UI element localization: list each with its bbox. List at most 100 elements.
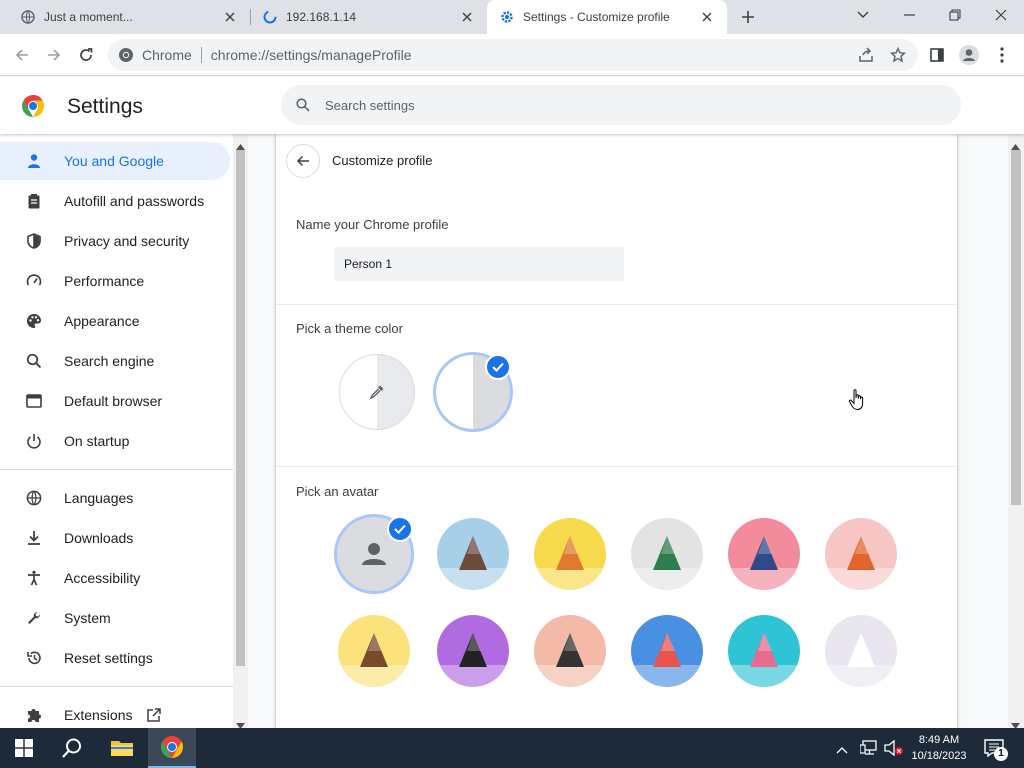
main-scrollbar-thumb[interactable] <box>1011 150 1021 505</box>
search-input[interactable] <box>325 97 925 113</box>
sidebar-item-performance[interactable]: Performance <box>0 262 230 300</box>
chrome-icon <box>119 48 133 62</box>
site-chip[interactable]: Chrome <box>118 47 192 63</box>
search-icon <box>293 95 313 115</box>
accessibility-icon <box>24 568 44 588</box>
arrow-left-icon <box>296 155 309 167</box>
gear-icon <box>499 9 515 25</box>
windows-taskbar: 8:49 AM 10/18/2023 1 <box>0 728 1024 768</box>
new-tab-button[interactable] <box>736 5 760 29</box>
avatar-origami-rabbit[interactable] <box>728 615 800 687</box>
page-title: Settings <box>67 95 143 118</box>
puzzle-icon <box>24 705 44 725</box>
sidebar-item-label: Default browser <box>64 393 163 409</box>
browser-icon <box>24 391 44 411</box>
side-panel-icon <box>930 48 944 62</box>
file-explorer-button[interactable] <box>98 728 146 768</box>
chrome-taskbar-button[interactable] <box>148 728 196 768</box>
sidebar-item-label: Search engine <box>64 353 155 369</box>
avatar-origami-elephant[interactable] <box>728 518 800 590</box>
tab-title: 192.168.1.14 <box>286 10 357 24</box>
close-icon[interactable] <box>699 9 715 25</box>
sidebar-item-search-engine[interactable]: Search engine <box>0 342 230 380</box>
sidebar-item-reset-settings[interactable]: Reset settings <box>0 639 230 677</box>
section-divider <box>276 466 957 467</box>
sidebar-item-default-browser[interactable]: Default browser <box>0 382 230 420</box>
url-text[interactable]: chrome://settings/manageProfile <box>211 47 412 63</box>
search-settings[interactable] <box>281 85 961 125</box>
bookmark-button[interactable] <box>884 41 912 69</box>
sidebar-item-extensions[interactable]: Extensions <box>0 696 230 728</box>
sidebar-item-accessibility[interactable]: Accessibility <box>0 559 230 597</box>
kebab-menu-icon <box>1000 47 1004 63</box>
sidebar-item-downloads[interactable]: Downloads <box>0 519 230 557</box>
close-window-button[interactable] <box>978 0 1024 30</box>
sidebar-item-appearance[interactable]: Appearance <box>0 302 230 340</box>
share-button[interactable] <box>852 41 880 69</box>
forward-button[interactable] <box>40 41 68 69</box>
avatar-origami-fox[interactable] <box>534 518 606 590</box>
avatar-origami-dragon[interactable] <box>631 518 703 590</box>
custom-color-picker[interactable] <box>339 354 415 430</box>
avatar-origami-penguin[interactable] <box>534 615 606 687</box>
chevron-down-icon <box>857 11 869 18</box>
settings-header: Settings <box>0 77 1024 134</box>
avatar-origami-unicorn[interactable] <box>825 615 897 687</box>
arrow-left-icon <box>15 49 28 61</box>
reload-button[interactable] <box>72 41 100 69</box>
tab-settings[interactable]: Settings - Customize profile <box>487 0 727 34</box>
minimize-icon <box>903 14 915 16</box>
avatar-origami-panda[interactable] <box>437 615 509 687</box>
profile-name-input[interactable] <box>334 247 624 281</box>
sidebar-item-autofill[interactable]: Autofill and passwords <box>0 182 230 220</box>
star-icon <box>890 47 906 63</box>
address-bar[interactable]: Chrome chrome://settings/manageProfile <box>108 39 918 71</box>
theme-section-label: Pick a theme color <box>296 321 403 336</box>
avatar-origami-monkey[interactable] <box>338 615 410 687</box>
sidebar-item-label: Reset settings <box>64 650 153 666</box>
scroll-up-arrow[interactable] <box>236 137 245 155</box>
clock[interactable]: 8:49 AM 10/18/2023 <box>906 732 972 764</box>
menu-button[interactable] <box>988 41 1016 69</box>
network-icon[interactable] <box>859 739 880 762</box>
sidebar-item-privacy[interactable]: Privacy and security <box>0 222 230 260</box>
close-icon[interactable] <box>222 9 238 25</box>
back-button[interactable] <box>286 144 320 178</box>
avatar-origami-cat[interactable] <box>437 518 509 590</box>
sidebar-divider <box>0 686 233 687</box>
site-chip-label: Chrome <box>142 47 192 63</box>
sidebar-scrollbar-thumb[interactable] <box>236 150 245 666</box>
sidebar-item-system[interactable]: System <box>0 599 230 637</box>
profile-button[interactable] <box>955 41 983 69</box>
chevron-up-icon[interactable] <box>836 741 848 759</box>
clipboard-icon <box>24 191 44 211</box>
sidebar-item-on-startup[interactable]: On startup <box>0 422 230 460</box>
avatar-origami-fox-orange[interactable] <box>825 518 897 590</box>
close-icon[interactable] <box>459 9 475 25</box>
tab-192-168-1-14[interactable]: 192.168.1.14 <box>242 0 487 34</box>
sidebar-item-label: Appearance <box>64 313 140 329</box>
sidebar-item-label: Extensions <box>64 707 133 723</box>
notifications-button[interactable]: 1 <box>984 738 1008 763</box>
tab-just-a-moment[interactable]: Just a moment... <box>0 0 250 34</box>
date-text: 10/18/2023 <box>911 750 967 762</box>
close-icon <box>995 9 1007 21</box>
avatar-icon <box>959 45 979 65</box>
sidebar-item-label: Downloads <box>64 530 134 546</box>
sidebar: You and Google Autofill and passwords Pr… <box>0 134 233 728</box>
side-panel-button[interactable] <box>923 41 951 69</box>
wrench-icon <box>24 608 44 628</box>
avatar-origami-bird[interactable] <box>631 615 703 687</box>
notification-badge: 1 <box>994 747 1008 761</box>
taskbar-search-button[interactable] <box>48 728 96 768</box>
tab-search-button[interactable] <box>840 0 886 30</box>
tab-strip: Just a moment... 192.168.1.14 Settings -… <box>0 0 1024 34</box>
sidebar-item-you-and-google[interactable]: You and Google <box>0 142 230 180</box>
back-button[interactable] <box>8 41 36 69</box>
scroll-up-arrow[interactable] <box>1011 137 1020 155</box>
minimize-button[interactable] <box>886 0 932 30</box>
volume-muted-icon[interactable] <box>884 739 904 762</box>
sidebar-item-languages[interactable]: Languages <box>0 479 230 517</box>
restore-button[interactable] <box>932 0 978 30</box>
start-button[interactable] <box>0 728 48 768</box>
